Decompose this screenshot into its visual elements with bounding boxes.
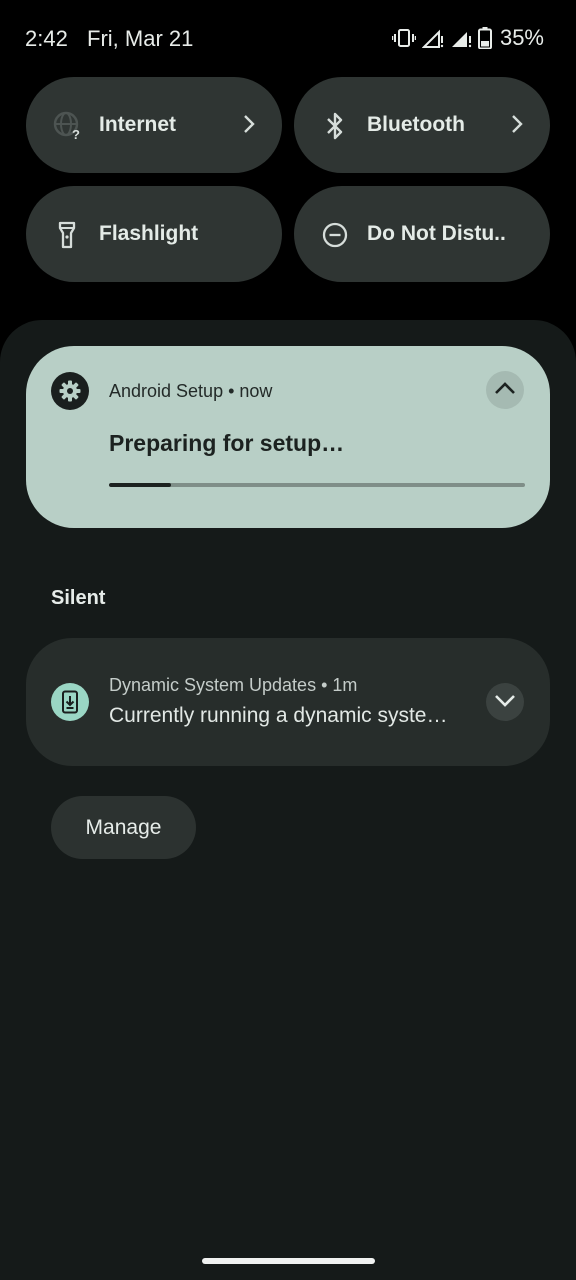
manage-button[interactable]: Manage <box>51 796 196 859</box>
expand-button[interactable] <box>486 683 524 721</box>
tile-do-not-disturb[interactable]: Do Not Distu.. <box>294 186 550 282</box>
bluetooth-icon <box>321 111 349 140</box>
battery-percent: 35% <box>499 25 544 50</box>
setup-progress-bar <box>109 483 525 487</box>
chevron-up-icon <box>494 381 516 400</box>
chevron-down-icon <box>494 693 516 712</box>
tile-flashlight[interactable]: Flashlight <box>26 186 282 282</box>
setup-progress-fill <box>109 483 172 487</box>
chevron-right-icon <box>510 113 524 135</box>
signal-no-data-icon <box>450 28 472 48</box>
phone-download-icon <box>51 683 89 721</box>
tile-label: Do Not Distu.. <box>367 222 506 245</box>
battery-icon <box>477 27 492 49</box>
tile-label: Flashlight <box>99 222 199 245</box>
flashlight-icon <box>53 220 81 249</box>
notification-text: Currently running a dynamic syste… <box>109 704 448 727</box>
notification-title: Preparing for setup… <box>109 430 345 456</box>
status-date: Fri, Mar 21 <box>87 26 194 51</box>
vibrate-icon <box>391 28 416 48</box>
collapse-button[interactable] <box>486 371 524 409</box>
status-time: 2:42 <box>25 26 68 51</box>
tile-bluetooth[interactable]: Bluetooth <box>294 77 550 173</box>
svg-text:?: ? <box>72 127 80 141</box>
notification-app-name: Dynamic System Updates • 1m <box>109 675 358 695</box>
tile-label: Internet <box>99 113 177 136</box>
chevron-right-icon <box>242 113 256 135</box>
home-indicator[interactable] <box>202 1258 375 1264</box>
gear-icon <box>51 372 89 410</box>
notification-android-setup[interactable]: Android Setup • now Preparing for setup… <box>26 346 550 528</box>
tile-label: Bluetooth <box>367 113 465 136</box>
notification-app-name: Android Setup • now <box>109 381 273 401</box>
status-bar: 2:42 Fri, Mar 21 35% <box>0 0 576 76</box>
notification-dynamic-system-updates[interactable]: Dynamic System Updates • 1m Currently ru… <box>26 638 550 766</box>
section-header-silent: Silent <box>51 587 106 609</box>
tile-internet[interactable]: ? Internet <box>26 77 282 173</box>
globe-question-icon: ? <box>53 111 81 142</box>
signal-no-data-icon <box>421 28 444 48</box>
minus-circle-icon <box>321 220 349 248</box>
status-icons: 35% <box>391 25 544 50</box>
